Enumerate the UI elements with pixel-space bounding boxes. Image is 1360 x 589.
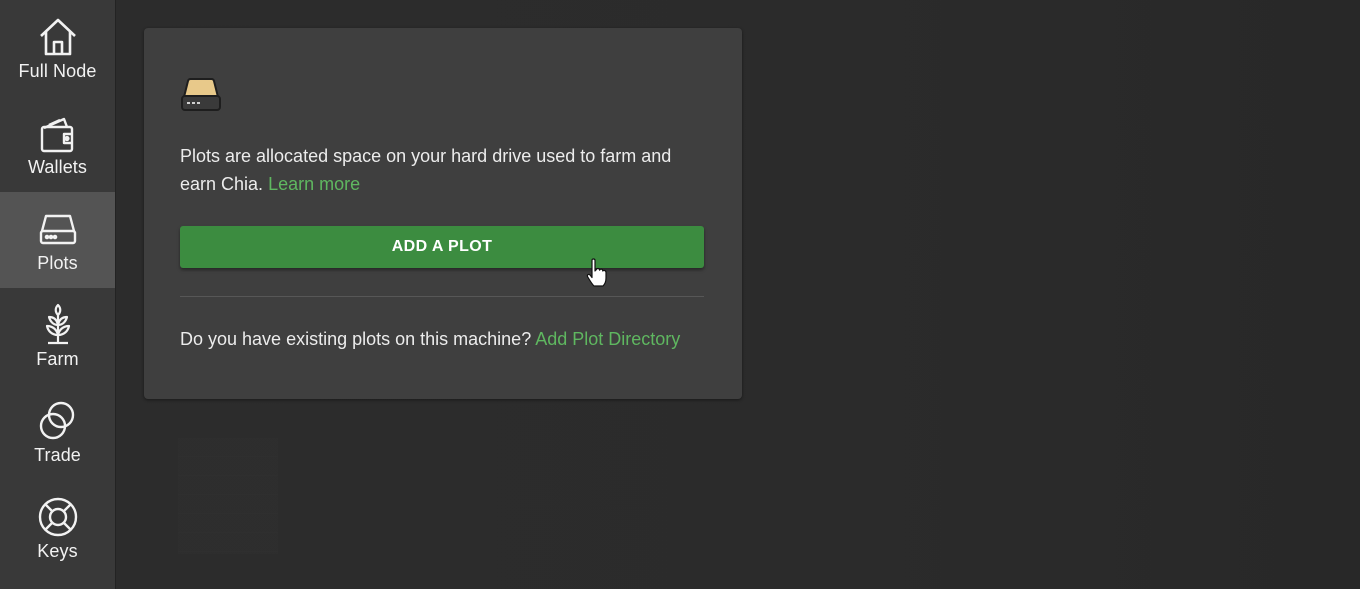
background-artifact (178, 438, 278, 554)
sidebar-item-label: Wallets (27, 156, 88, 177)
plots-card: Plots are allocated space on your hard d… (144, 28, 742, 399)
add-plot-directory-link[interactable]: Add Plot Directory (535, 329, 680, 349)
trade-icon (39, 401, 74, 439)
sidebar-item-label: Full Node (18, 60, 97, 81)
sidebar-item-wallets[interactable]: Wallets (0, 96, 115, 192)
existing-plots-prompt: Do you have existing plots on this machi… (180, 325, 740, 353)
app-window: Full Node Wallets Plots Farm Trade Keys … (0, 0, 1360, 589)
plant-icon (45, 303, 70, 344)
wallet-icon (40, 117, 73, 152)
add-plot-button[interactable]: ADD A PLOT (180, 226, 704, 268)
sidebar-item-label: Keys (37, 540, 78, 561)
divider (180, 296, 704, 297)
plots-description: Plots are allocated space on your hard d… (180, 142, 710, 198)
hard-drive-icon (181, 78, 221, 111)
main-content: Plots are allocated space on your hard d… (116, 0, 1360, 589)
sidebar-item-label: Plots (37, 252, 78, 273)
sidebar-item-plots[interactable]: Plots (0, 192, 115, 288)
sidebar-item-full-node[interactable]: Full Node (0, 0, 115, 96)
home-icon (39, 18, 76, 55)
sidebar-item-label: Farm (36, 348, 79, 369)
lifebuoy-icon (38, 497, 77, 536)
hard-drive-icon (39, 214, 76, 244)
sidebar: Full Node Wallets Plots Farm Trade Keys (0, 0, 116, 589)
description-text: Plots are allocated space on your hard d… (180, 146, 672, 194)
sidebar-item-trade[interactable]: Trade (0, 384, 115, 480)
hand-cursor-icon (586, 258, 607, 287)
sidebar-item-farm[interactable]: Farm (0, 288, 115, 384)
sidebar-item-keys[interactable]: Keys (0, 480, 115, 576)
sidebar-item-label: Trade (34, 444, 81, 465)
existing-plots-question: Do you have existing plots on this machi… (180, 329, 532, 349)
learn-more-link[interactable]: Learn more (268, 174, 360, 194)
